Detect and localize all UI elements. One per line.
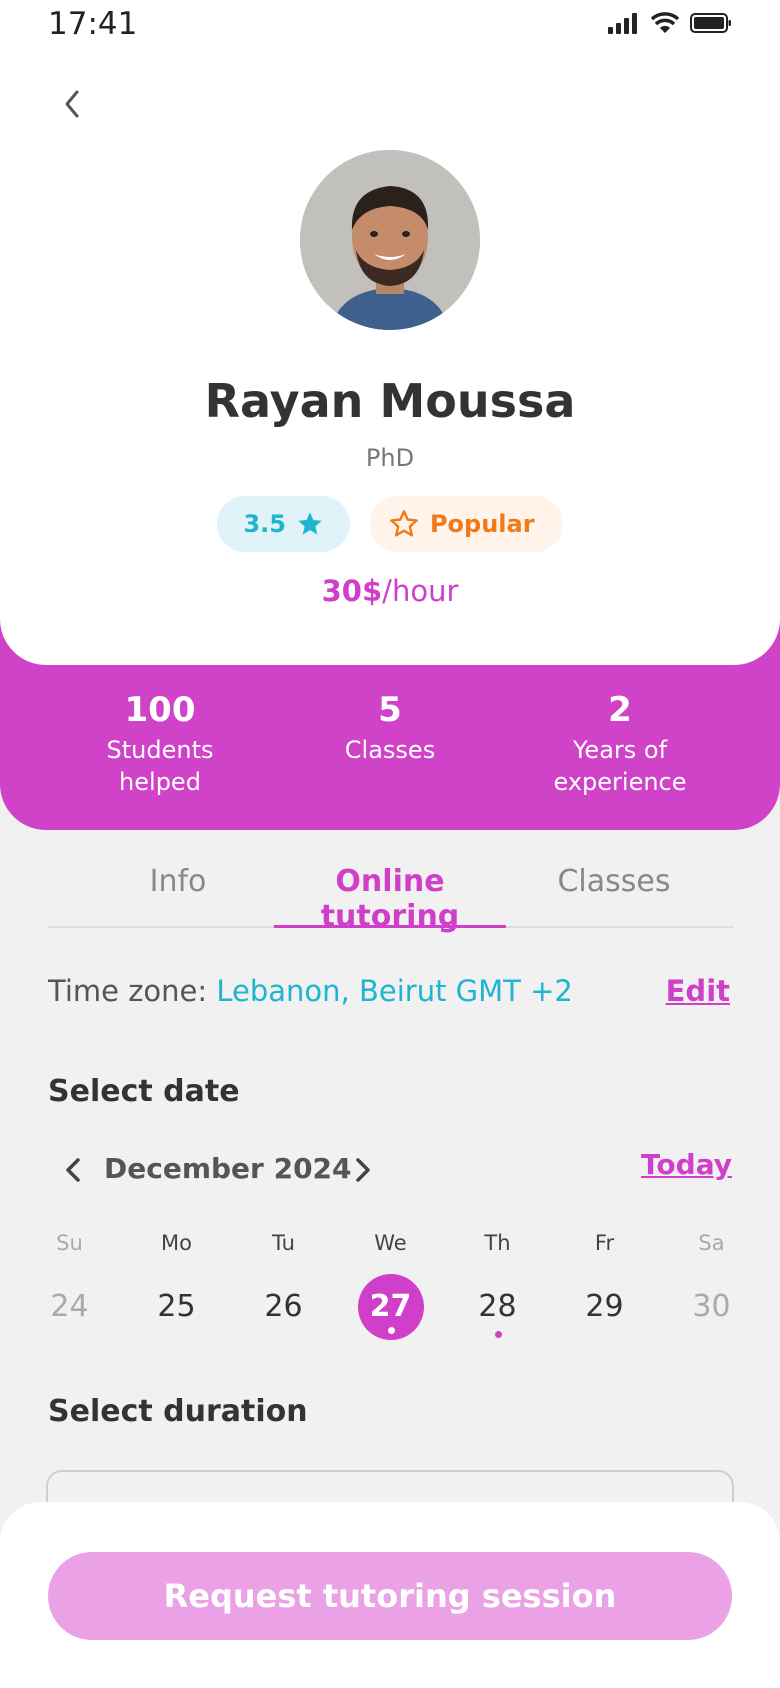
prev-month-button[interactable] bbox=[56, 1152, 92, 1188]
request-tutoring-button[interactable]: Request tutoring session bbox=[48, 1552, 732, 1640]
weekday-label: Th bbox=[484, 1231, 511, 1255]
profile-card: 17:41 Rayan Moussa PhD 3.5 Popular 30$/h… bbox=[0, 0, 780, 665]
calendar-day[interactable]: Mo 25 bbox=[123, 1228, 230, 1340]
timezone-value: Lebanon, Beirut GMT +2 bbox=[216, 974, 573, 1008]
stat-experience: 2 Years of experience bbox=[505, 690, 735, 798]
stat-label: Students helped bbox=[45, 734, 275, 798]
today-link[interactable]: Today bbox=[641, 1148, 732, 1181]
price-unit: /hour bbox=[382, 574, 459, 608]
stat-label-line: Students bbox=[106, 736, 214, 764]
hourly-price: 30$/hour bbox=[0, 574, 780, 608]
calendar-day[interactable]: Sa 30 bbox=[658, 1228, 765, 1340]
stat-label-line: experience bbox=[553, 768, 687, 796]
calendar-day-selected[interactable]: We 27 bbox=[337, 1228, 444, 1340]
stat-classes: 5 Classes bbox=[275, 690, 505, 766]
avatar-photo bbox=[300, 150, 480, 330]
status-time: 17:41 bbox=[48, 6, 138, 42]
stat-label-line: Years of bbox=[572, 736, 668, 764]
stat-students: 100 Students helped bbox=[45, 690, 275, 798]
select-date-title: Select date bbox=[48, 1074, 240, 1109]
chevron-right-icon bbox=[356, 1158, 370, 1182]
day-number: 29 bbox=[585, 1289, 624, 1324]
day-number: 27 bbox=[369, 1289, 412, 1324]
calendar-day[interactable]: Th 28 bbox=[444, 1228, 551, 1340]
tutor-degree: PhD bbox=[365, 444, 415, 472]
star-icon bbox=[298, 512, 322, 535]
day-number: 24 bbox=[50, 1289, 89, 1324]
day-number: 26 bbox=[264, 1289, 303, 1324]
tab-classes[interactable]: Classes bbox=[544, 864, 684, 928]
back-chevron-icon bbox=[65, 90, 79, 118]
stat-label-line: Classes bbox=[344, 736, 436, 764]
weekday-label: Su bbox=[56, 1231, 83, 1255]
weekday-label: Sa bbox=[698, 1231, 725, 1255]
tab-info[interactable]: Info bbox=[108, 864, 248, 928]
calendar-day[interactable]: Tu 26 bbox=[230, 1228, 337, 1340]
stat-value: 100 bbox=[124, 690, 196, 730]
back-button[interactable] bbox=[52, 84, 92, 124]
stat-value: 2 bbox=[608, 690, 632, 730]
next-month-button[interactable] bbox=[344, 1152, 380, 1188]
tab-online-tutoring[interactable]: Online tutoring bbox=[274, 864, 506, 934]
event-dot bbox=[387, 1327, 395, 1334]
calendar-day[interactable]: Su 24 bbox=[16, 1228, 123, 1340]
weekday-label: Mo bbox=[161, 1231, 192, 1255]
stat-value: 5 bbox=[378, 690, 402, 730]
tutor-name: Rayan Moussa bbox=[204, 374, 576, 428]
timezone-label: Time zone: bbox=[48, 974, 217, 1008]
bottom-action-sheet: Request tutoring session bbox=[0, 1502, 780, 1688]
battery-icon bbox=[690, 13, 731, 33]
day-with-event: 28 bbox=[465, 1274, 531, 1340]
star-outline-icon bbox=[390, 510, 418, 537]
weekday-label: Fr bbox=[594, 1231, 615, 1255]
popular-label: Popular bbox=[429, 510, 535, 538]
rating-value: 3.5 bbox=[243, 510, 286, 538]
chevron-left-icon bbox=[66, 1158, 80, 1182]
status-bar: 17:41 bbox=[0, 0, 780, 60]
month-navigator: December 2024 Today bbox=[48, 1148, 732, 1192]
status-icons bbox=[608, 12, 732, 34]
badges-row: 3.5 Popular bbox=[0, 496, 780, 552]
day-number: 30 bbox=[692, 1289, 731, 1324]
popular-badge: Popular bbox=[369, 496, 563, 552]
signal-icon bbox=[608, 13, 637, 34]
event-dot bbox=[494, 1331, 502, 1338]
rating-badge: 3.5 bbox=[217, 496, 350, 552]
price-amount: 30$ bbox=[321, 574, 383, 608]
edit-timezone-link[interactable]: Edit bbox=[666, 974, 730, 1008]
month-label: December 2024 bbox=[104, 1152, 352, 1185]
selected-day: 27 bbox=[357, 1274, 424, 1340]
weekday-label: We bbox=[374, 1231, 407, 1255]
day-number: 28 bbox=[478, 1289, 517, 1324]
stat-label: Classes bbox=[275, 734, 505, 766]
avatar bbox=[300, 150, 480, 330]
wifi-icon bbox=[650, 12, 680, 33]
day-number: 25 bbox=[157, 1289, 196, 1324]
select-duration-title: Select duration bbox=[48, 1394, 308, 1429]
stat-label: Years of experience bbox=[505, 734, 735, 798]
calendar-day[interactable]: Fr 29 bbox=[551, 1228, 658, 1340]
timezone-row: Time zone: Lebanon, Beirut GMT +2 Edit bbox=[48, 974, 730, 1014]
profile-tabs: Info Online tutoring Classes bbox=[48, 864, 734, 934]
weekday-label: Tu bbox=[272, 1231, 295, 1255]
stat-label-line: helped bbox=[119, 768, 201, 796]
